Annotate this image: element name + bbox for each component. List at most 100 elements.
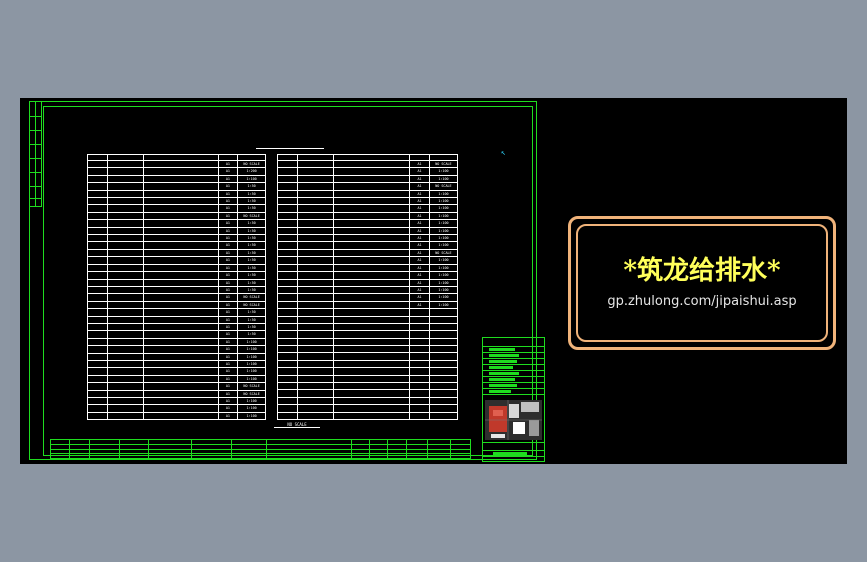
sheet-size-cell: A1 — [217, 316, 238, 324]
scale-cell: 1:50 — [237, 182, 266, 191]
sheet-size-cell: A1 — [217, 167, 238, 176]
sheet-size-cell: A1 — [409, 160, 430, 169]
sheet-size-cell: A1 — [217, 301, 238, 310]
table-row-blank — [277, 360, 458, 369]
sheet-size-cell: A1 — [409, 301, 430, 310]
table-row: A1 NO SCALE — [277, 182, 458, 191]
sheet-size-cell: A1 — [409, 256, 430, 265]
scale-cell: 1:50 — [237, 271, 266, 280]
sheet-size-cell: A1 — [217, 197, 238, 206]
table-row: A1 1:100 — [87, 360, 266, 369]
table-row: A1 1:50 — [87, 249, 266, 258]
table-row: A1 1:50 — [87, 316, 266, 324]
scale-cell: 1:100 — [428, 264, 458, 273]
table-row-blank — [277, 316, 458, 324]
scale-cell: 1:50 — [237, 308, 266, 317]
scale-cell: 1:50 — [237, 249, 266, 258]
table-row: A1 1:50 — [87, 256, 266, 265]
table-row: A1 1:100 — [277, 175, 458, 184]
scale-cell: 1:50 — [237, 323, 266, 332]
scale-cell: 1:100 — [428, 227, 458, 236]
sheet-size-cell: A1 — [409, 227, 430, 236]
table-row-blank — [277, 397, 458, 406]
title-block — [482, 337, 545, 462]
scale-cell: 1:100 — [237, 397, 266, 406]
scale-cell: 1:50 — [237, 234, 266, 243]
scale-cell: 1:50 — [237, 219, 266, 228]
sheet-size-cell: A1 — [409, 286, 430, 295]
scale-cell: 1:100 — [237, 375, 266, 384]
scale-cell: NO SCALE — [237, 382, 266, 391]
table-row: A1 1:100 — [87, 175, 266, 184]
watermark-url: gp.zhulong.com/jipaishui.asp — [607, 294, 797, 309]
sheet-size-cell: A1 — [409, 293, 430, 302]
scale-cell: 1:200 — [237, 167, 266, 176]
table-row-blank — [277, 389, 458, 398]
table-row: A1 1:50 — [87, 279, 266, 287]
sheet-size-cell: A1 — [409, 271, 430, 280]
table-row: A1 1:50 — [87, 264, 266, 273]
sheet-size-cell: A1 — [217, 160, 238, 169]
scale-cell: 1:100 — [428, 279, 458, 287]
table-row: A1 NO SCALE — [87, 382, 266, 391]
table-row: A1 NO SCALE — [277, 249, 458, 258]
table-row: A1 NO SCALE — [87, 390, 266, 399]
table-row: A1 NO SCALE — [87, 212, 266, 221]
revision-strip — [30, 102, 42, 207]
scale-cell: 1:50 — [237, 316, 266, 324]
sheet-size-cell: A1 — [217, 204, 238, 213]
sheet-size-cell: A1 — [217, 404, 238, 413]
sheet-size-cell: A1 — [217, 353, 238, 361]
cad-viewport[interactable]: A1 NO SCALE A1 1:200 A1 1:100 A1 1:50 A1 1:50 A1 1:… — [20, 98, 847, 464]
scale-cell: 1:100 — [237, 175, 266, 184]
table-row: A1 1:100 — [277, 227, 458, 236]
table-row-blank — [277, 367, 458, 376]
scale-cell: 1:50 — [237, 264, 266, 273]
sheet-size-cell: A1 — [217, 367, 238, 376]
sheet-size-cell: A1 — [409, 212, 430, 221]
scale-cell: 1:100 — [237, 338, 266, 347]
scale-note: NO SCALE — [274, 422, 320, 428]
scale-cell: 1:50 — [237, 197, 266, 206]
table-row: A1 1:100 — [277, 279, 458, 287]
sheet-size-cell: A1 — [217, 360, 238, 369]
scale-cell: 1:50 — [237, 330, 266, 339]
sheet-size-cell: A1 — [217, 375, 238, 384]
table-row: A1 1:50 — [87, 323, 266, 332]
table-row: A1 1:100 — [277, 301, 458, 310]
scale-cell: 1:100 — [428, 256, 458, 265]
sheet-size-cell: A1 — [217, 182, 238, 191]
table-row: A1 1:100 — [277, 190, 458, 199]
table-row: A1 NO SCALE — [87, 293, 266, 302]
scale-cell: 1:50 — [237, 190, 266, 199]
sheet-size-cell: A1 — [409, 279, 430, 287]
table-row: A1 1:100 — [277, 204, 458, 213]
scale-cell: NO SCALE — [237, 301, 266, 310]
sheet-size-cell: A1 — [409, 234, 430, 243]
table-row: A1 1:50 — [87, 204, 266, 213]
sheet-size-cell: A1 — [217, 397, 238, 406]
sheet-size-cell: A1 — [409, 264, 430, 273]
sheet-size-cell: A1 — [217, 390, 238, 399]
table-row: A1 1:50 — [87, 286, 266, 295]
sheet-size-cell: A1 — [217, 175, 238, 184]
table-row: A1 1:100 — [87, 412, 266, 421]
sheet-size-cell: A1 — [217, 323, 238, 332]
table-row: A1 NO SCALE — [87, 160, 266, 169]
table-row: A1 1:50 — [87, 197, 266, 206]
table-row-blank — [277, 412, 458, 421]
scale-cell: 1:100 — [237, 412, 266, 421]
scale-cell: 1:100 — [428, 167, 458, 176]
sheet-size-cell: A1 — [217, 308, 238, 317]
sheet-size-cell: A1 — [409, 182, 430, 191]
sheet-size-cell: A1 — [217, 234, 238, 243]
scale-cell: 1:100 — [237, 353, 266, 361]
scale-cell: NO SCALE — [428, 160, 458, 169]
sheet-size-cell: A1 — [217, 271, 238, 280]
scale-cell: 1:100 — [428, 204, 458, 213]
site-plan-thumbnail — [485, 400, 542, 440]
table-row: A1 1:100 — [87, 404, 266, 413]
table-row-blank — [277, 375, 458, 384]
scale-cell: 1:100 — [428, 175, 458, 184]
table-row: A1 1:100 — [87, 375, 266, 384]
